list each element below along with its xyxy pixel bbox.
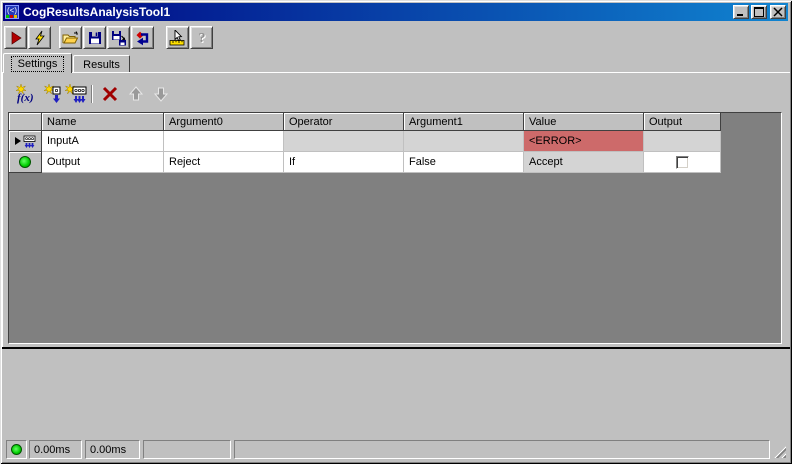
cell-value[interactable]: Accept xyxy=(524,152,644,173)
column-header-argument0: Argument0 xyxy=(164,113,284,131)
output-checkbox[interactable] xyxy=(675,155,689,169)
green-status-icon xyxy=(19,156,31,168)
cell-argument0[interactable] xyxy=(164,131,284,152)
open-file-icon xyxy=(62,30,79,43)
add-inputs-icon xyxy=(65,84,87,103)
column-header-operator: Operator xyxy=(284,113,404,131)
row-header-inputa[interactable] xyxy=(9,131,42,152)
help-icon: ? ? xyxy=(198,31,206,46)
close-button[interactable] xyxy=(770,5,786,19)
add-input-button[interactable] xyxy=(43,83,63,105)
svg-text:?: ? xyxy=(198,31,205,46)
resize-grip[interactable] xyxy=(773,445,786,458)
reset-button[interactable] xyxy=(131,26,154,49)
status-indicator-panel xyxy=(6,440,27,459)
electric-graphics-button[interactable] xyxy=(166,26,189,49)
status-time-panel-1: 0.00ms xyxy=(29,440,82,459)
cell-output[interactable] xyxy=(644,131,721,152)
app-icon: (<) xyxy=(5,5,19,19)
cell-argument1[interactable]: False xyxy=(404,152,524,173)
maximize-icon xyxy=(754,7,764,17)
table-row: InputA <ERROR> xyxy=(9,131,781,152)
close-icon xyxy=(773,7,783,17)
cell-name[interactable]: InputA xyxy=(42,131,164,152)
add-function-button[interactable]: f(x) xyxy=(15,83,41,105)
function-label: f(x) xyxy=(17,92,34,104)
status-green-icon xyxy=(11,444,22,455)
grid-corner-cell xyxy=(9,113,42,131)
minimize-icon xyxy=(737,14,743,16)
delete-button[interactable] xyxy=(98,83,122,105)
tab-settings-label: Settings xyxy=(10,55,65,72)
window-title: CogResultsAnalysisTool1 xyxy=(23,5,171,19)
status-time-panel-2: 0.00ms xyxy=(85,440,140,459)
column-header-value: Value xyxy=(524,113,644,131)
parameter-grid: Name Argument0 Operator Argument1 Value … xyxy=(8,112,782,344)
tab-results[interactable]: Results xyxy=(73,55,130,73)
cell-operator[interactable]: If xyxy=(284,152,404,173)
add-input-icon xyxy=(44,84,61,103)
titlebar[interactable]: (<) CogResultsAnalysisTool1 xyxy=(3,3,788,21)
cell-name[interactable]: Output xyxy=(42,152,164,173)
reset-icon xyxy=(135,31,148,45)
run-button[interactable] xyxy=(4,26,27,49)
move-up-icon xyxy=(128,86,144,101)
save-as-button[interactable] xyxy=(107,26,130,49)
move-down-icon xyxy=(153,87,169,102)
cell-output xyxy=(644,152,721,173)
save-button[interactable] xyxy=(83,26,106,49)
status-panel-4 xyxy=(234,440,770,459)
pointer-ruler-icon xyxy=(169,29,185,45)
move-up-button[interactable] xyxy=(126,83,146,105)
grid-header-row: Name Argument0 Operator Argument1 Value … xyxy=(9,113,781,131)
lower-panel xyxy=(2,349,790,435)
delete-icon xyxy=(102,86,118,102)
settings-tab-page: f(x) Name Argument0 Operator Argument1 V… xyxy=(2,72,790,347)
maximize-button[interactable] xyxy=(751,5,767,19)
tab-results-label: Results xyxy=(83,58,120,71)
run-icon xyxy=(11,30,22,45)
save-icon xyxy=(88,31,101,44)
column-header-output: Output xyxy=(644,113,721,131)
toolbar-separator xyxy=(91,85,93,103)
status-panel-3 xyxy=(143,440,231,459)
status-bar: 0.00ms 0.00ms xyxy=(2,436,790,462)
trigger-button[interactable] xyxy=(28,26,51,49)
save-as-icon xyxy=(111,30,126,45)
column-header-argument1: Argument1 xyxy=(404,113,524,131)
lightning-icon xyxy=(34,30,45,45)
row-header-output[interactable] xyxy=(9,152,42,173)
cell-value-error[interactable]: <ERROR> xyxy=(524,131,644,152)
tool-window: (<) CogResultsAnalysisTool1 ? ? Settings… xyxy=(0,0,792,464)
table-row: Output Reject If False Accept xyxy=(9,152,781,173)
tab-settings[interactable]: Settings xyxy=(3,53,72,73)
current-row-arrow-icon xyxy=(14,137,21,145)
cell-operator[interactable] xyxy=(284,131,404,152)
open-button[interactable] xyxy=(59,26,82,49)
cell-argument0[interactable]: Reject xyxy=(164,152,284,173)
help-button[interactable]: ? ? xyxy=(190,26,213,49)
minimize-button[interactable] xyxy=(733,5,749,19)
inputs-icon xyxy=(23,135,35,148)
cell-argument1[interactable] xyxy=(404,131,524,152)
column-header-name: Name xyxy=(42,113,164,131)
move-down-button[interactable] xyxy=(151,83,171,105)
add-inputs-button[interactable] xyxy=(64,83,88,105)
